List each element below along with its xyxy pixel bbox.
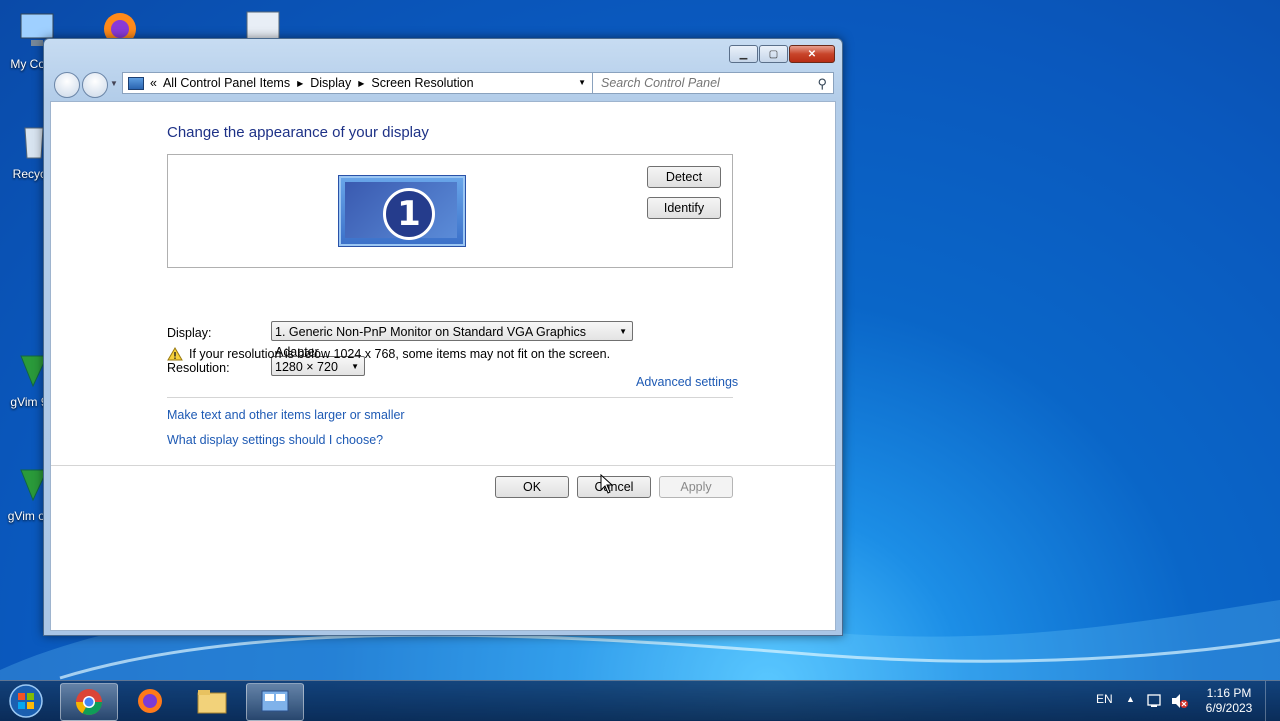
- taskbar-explorer[interactable]: [184, 683, 240, 719]
- search-icon[interactable]: ⚲: [817, 76, 827, 92]
- breadcrumb-overflow[interactable]: «: [150, 76, 157, 90]
- recent-pages-chevron-icon[interactable]: ▼: [110, 79, 118, 88]
- minimize-button[interactable]: ▁: [729, 45, 758, 63]
- page-title: Change the appearance of your display: [167, 124, 429, 141]
- system-clock[interactable]: 1:16 PM 6/9/2023: [1196, 686, 1262, 716]
- maximize-button[interactable]: ▢: [759, 45, 788, 63]
- search-box[interactable]: ⚲: [592, 72, 834, 94]
- taskbar-firefox[interactable]: [122, 683, 178, 719]
- mouse-cursor-icon: [600, 474, 614, 494]
- close-icon: ✕: [807, 48, 817, 60]
- control-panel-icon: [261, 690, 289, 712]
- clock-time: 1:16 PM: [1206, 686, 1252, 700]
- resolution-warning: If your resolution is below 1024 x 768, …: [167, 347, 610, 361]
- advanced-settings-link[interactable]: Advanced settings: [636, 375, 738, 389]
- address-dropdown-icon[interactable]: ▼: [578, 78, 586, 87]
- address-bar[interactable]: « All Control Panel Items ▶ Display ▶ Sc…: [122, 72, 592, 94]
- chrome-icon: [75, 689, 103, 716]
- monitor-1-preview[interactable]: 1: [338, 175, 466, 247]
- dropdown-arrow-icon: ▼: [619, 327, 627, 336]
- search-input[interactable]: [599, 75, 813, 91]
- resolution-label: Resolution:: [167, 361, 230, 375]
- content-pane: Change the appearance of your display 1 …: [50, 101, 836, 631]
- display-preview-area: 1 Detect Identify: [167, 154, 733, 268]
- divider: [51, 465, 835, 466]
- monitor-screen: 1: [345, 182, 457, 240]
- text-size-link[interactable]: Make text and other items larger or smal…: [167, 408, 405, 422]
- display-label: Display:: [167, 326, 212, 340]
- control-panel-icon: [128, 76, 144, 90]
- taskbar-control-panel[interactable]: [246, 683, 304, 721]
- breadcrumb-separator-icon[interactable]: ▶: [358, 79, 364, 88]
- folder-icon: [197, 690, 227, 714]
- maximize-icon: ▢: [768, 48, 779, 60]
- breadcrumb-display[interactable]: Display: [310, 76, 351, 90]
- apply-button[interactable]: Apply: [659, 476, 733, 498]
- clock-date: 6/9/2023: [1205, 701, 1253, 715]
- warning-text: If your resolution is below 1024 x 768, …: [189, 347, 611, 361]
- cancel-button[interactable]: Cancel: [577, 476, 651, 498]
- volume-muted-icon[interactable]: [1171, 693, 1189, 709]
- monitor-number: 1: [383, 188, 435, 240]
- show-hidden-icons-icon[interactable]: ▲: [1126, 694, 1135, 704]
- taskbar: EN ▲ 1:16 PM 6/9/2023: [0, 680, 1280, 721]
- action-center-flag-icon[interactable]: [1146, 693, 1162, 709]
- display-dropdown[interactable]: 1. Generic Non-PnP Monitor on Standard V…: [271, 321, 633, 359]
- forward-button[interactable]: [82, 72, 108, 98]
- divider: [167, 397, 733, 398]
- close-button[interactable]: ✕: [789, 45, 835, 63]
- navigation-bar: ▼ « All Control Panel Items ▶ Display ▶ …: [52, 70, 834, 98]
- detect-button[interactable]: Detect: [647, 166, 721, 188]
- resolution-selected-value: 1280 × 720: [275, 360, 338, 374]
- identify-button[interactable]: Identify: [647, 197, 721, 219]
- breadcrumb-separator-icon[interactable]: ▶: [297, 79, 303, 88]
- display-settings-help-link[interactable]: What display settings should I choose?: [167, 433, 383, 447]
- breadcrumb-screen-resolution[interactable]: Screen Resolution: [371, 76, 473, 90]
- back-button[interactable]: [54, 72, 80, 98]
- show-desktop-button[interactable]: [1265, 681, 1280, 721]
- firefox-icon: [138, 689, 162, 713]
- minimize-icon: ▁: [739, 48, 748, 60]
- language-indicator[interactable]: EN: [1096, 692, 1113, 706]
- warning-icon: [167, 347, 183, 361]
- start-button[interactable]: [4, 682, 48, 720]
- window-caption-buttons: ▁ ▢ ✕: [729, 45, 835, 63]
- ok-button[interactable]: OK: [495, 476, 569, 498]
- breadcrumb-all-control-panel-items[interactable]: All Control Panel Items: [163, 76, 290, 90]
- screen-resolution-window: ▁ ▢ ✕ ▼ « All Control Panel Items ▶ Disp…: [43, 38, 843, 636]
- taskbar-chrome[interactable]: [60, 683, 118, 721]
